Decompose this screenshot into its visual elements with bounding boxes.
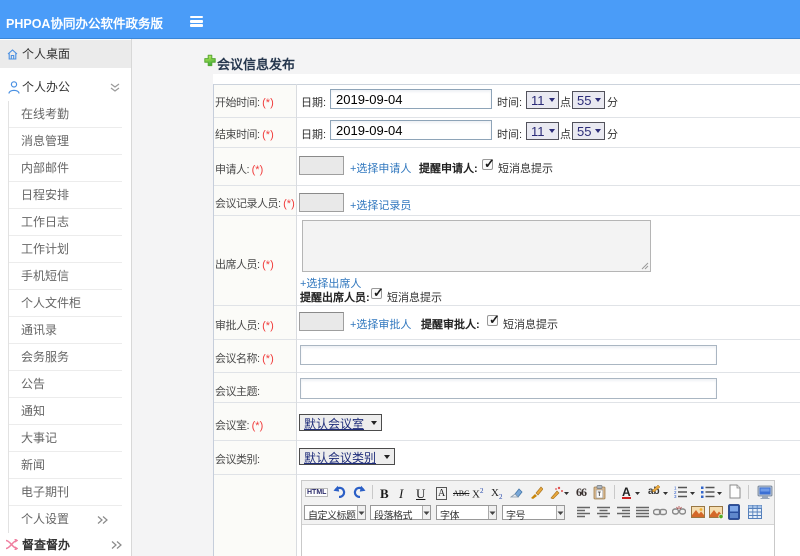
svg-text:3: 3	[674, 494, 677, 498]
